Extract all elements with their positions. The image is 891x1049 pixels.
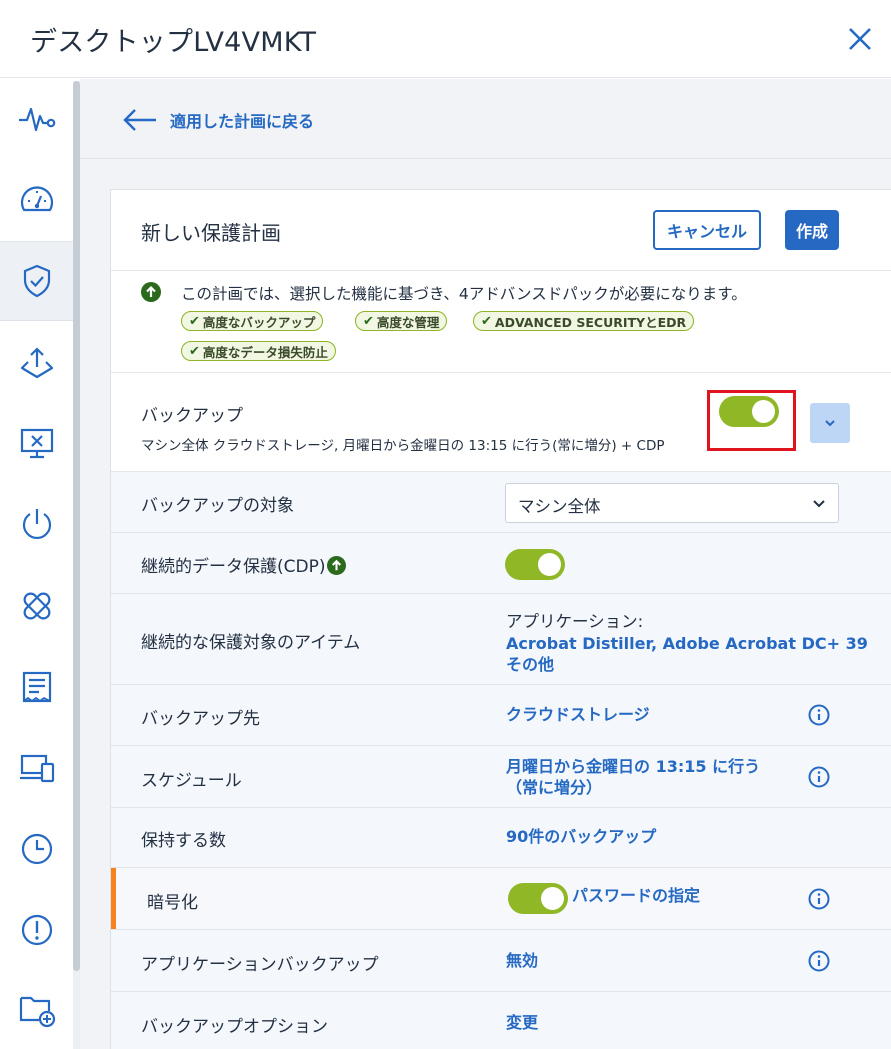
divider bbox=[80, 158, 891, 159]
row-label: スケジュール bbox=[141, 771, 242, 791]
upgrade-icon bbox=[327, 556, 347, 575]
plan-title: 新しい保護計画 bbox=[141, 221, 281, 245]
check-icon: ✔ bbox=[481, 313, 492, 329]
info-icon[interactable] bbox=[808, 950, 830, 972]
encryption-toggle[interactable] bbox=[508, 883, 568, 914]
sidebar-item-power[interactable] bbox=[0, 484, 73, 564]
row-label: 継続的データ保護(CDP) bbox=[141, 552, 347, 577]
encryption-password-link[interactable]: パスワードの指定 bbox=[572, 885, 700, 906]
speedometer-icon bbox=[20, 186, 53, 212]
toggle-knob bbox=[752, 400, 775, 423]
select-value: マシン全体 bbox=[518, 497, 601, 516]
row-label: アプリケーションバックアップ bbox=[141, 955, 379, 975]
deploy-icon bbox=[20, 347, 53, 379]
schedule-link[interactable]: 月曜日から金曜日の 13:15 に行う （常に増分） bbox=[506, 756, 760, 798]
backup-options-link[interactable]: 変更 bbox=[506, 1012, 538, 1033]
devices-icon bbox=[19, 754, 54, 783]
remote-desktop-icon bbox=[20, 428, 53, 459]
upgrade-icon bbox=[141, 282, 161, 302]
sidebar-item-patch[interactable] bbox=[0, 566, 73, 646]
row-backup-target: バックアップの対象 マシン全体 bbox=[111, 472, 891, 533]
window-title: デスクトップLV4VMKT bbox=[30, 27, 317, 58]
cdp-items-link[interactable]: Acrobat Distiller, Adobe Acrobat DC+ 39 そ… bbox=[506, 633, 868, 675]
check-icon: ✔ bbox=[189, 343, 200, 359]
row-label: バックアップオプション bbox=[141, 1017, 328, 1037]
feature-tag: ✔ 高度なバックアップ bbox=[181, 311, 324, 331]
plan-header: 新しい保護計画 キャンセル 作成 bbox=[111, 190, 891, 271]
sidebar-item-deploy[interactable] bbox=[0, 322, 73, 402]
cancel-button[interactable]: キャンセル bbox=[653, 210, 761, 250]
sidebar-item-reports[interactable] bbox=[0, 647, 73, 727]
row-retention: 保持する数 90件のバックアップ bbox=[111, 808, 891, 868]
shield-check-icon bbox=[23, 264, 50, 298]
sidebar-item-schedule[interactable] bbox=[0, 809, 73, 889]
feature-tag: ✔ 高度な管理 bbox=[355, 311, 448, 331]
retention-link[interactable]: 90件のバックアップ bbox=[506, 826, 656, 847]
sidebar-item-remote-desktop[interactable] bbox=[0, 403, 73, 483]
sidebar-item-alerts[interactable] bbox=[0, 890, 73, 970]
row-label: バックアップ先 bbox=[141, 709, 260, 729]
notice-text: この計画では、選択した機能に基づき、4アドバンスドパックが必要になります。 bbox=[181, 285, 747, 303]
add-folder-icon bbox=[19, 996, 55, 1028]
sidebar-scrollbar-thumb[interactable] bbox=[73, 81, 80, 971]
info-icon[interactable] bbox=[808, 888, 830, 910]
backup-section-title: バックアップ bbox=[141, 406, 243, 426]
info-icon[interactable] bbox=[808, 704, 830, 726]
backup-toggle[interactable] bbox=[719, 396, 779, 427]
info-icon[interactable] bbox=[808, 766, 830, 788]
sidebar-item-protection[interactable] bbox=[0, 241, 73, 321]
window-header: デスクトップLV4VMKT bbox=[0, 0, 891, 78]
sidebar bbox=[0, 79, 80, 1049]
row-schedule: スケジュール 月曜日から金曜日の 13:15 に行う （常に増分） bbox=[111, 746, 891, 808]
pulse-icon bbox=[18, 107, 55, 132]
sidebar-item-monitoring[interactable] bbox=[0, 79, 73, 159]
backup-target-select[interactable]: マシン全体 bbox=[505, 483, 839, 523]
report-icon bbox=[22, 671, 51, 703]
sidebar-scrollbar[interactable] bbox=[73, 81, 80, 1049]
row-label: 保持する数 bbox=[141, 831, 226, 851]
feature-tag: ✔ ADVANCED SECURITYとEDR bbox=[473, 311, 695, 331]
create-button[interactable]: 作成 bbox=[785, 210, 839, 250]
bandage-icon bbox=[23, 592, 50, 620]
toggle-knob bbox=[541, 887, 564, 910]
backup-summary: マシン全体 クラウドストレージ, 月曜日から金曜日の 13:15 に行う(常に増… bbox=[141, 438, 665, 454]
back-link-label: 適用した計画に戻る bbox=[170, 112, 315, 131]
toggle-knob bbox=[538, 553, 561, 576]
main-area: 適用した計画に戻る 新しい保護計画 キャンセル 作成 この計画では、選択した機能… bbox=[80, 79, 891, 1049]
alert-icon bbox=[21, 914, 52, 946]
close-icon[interactable] bbox=[845, 24, 875, 54]
sidebar-item-dashboard[interactable] bbox=[0, 159, 73, 239]
row-app-backup: アプリケーションバックアップ 無効 bbox=[111, 930, 891, 992]
row-cdp: 継続的データ保護(CDP) bbox=[111, 533, 891, 594]
sidebar-item-add-folder[interactable] bbox=[0, 969, 73, 1049]
check-icon: ✔ bbox=[363, 313, 374, 329]
row-label: 暗号化 bbox=[147, 893, 198, 913]
row-destination: バックアップ先 クラウドストレージ bbox=[111, 685, 891, 746]
row-encryption: 暗号化 パスワードの指定 bbox=[111, 868, 891, 930]
backup-section: バックアップ マシン全体 クラウドストレージ, 月曜日から金曜日の 13:15 … bbox=[111, 373, 891, 472]
license-notice: この計画では、選択した機能に基づき、4アドバンスドパックが必要になります。 ✔ 高… bbox=[111, 271, 891, 373]
sidebar-item-devices[interactable] bbox=[0, 728, 73, 808]
feature-tag: ✔ 高度なデータ損失防止 bbox=[181, 341, 336, 361]
row-label: 継続的な保護対象のアイテム bbox=[141, 633, 361, 653]
power-icon bbox=[22, 509, 51, 539]
warning-accent-bar bbox=[111, 868, 116, 929]
row-label: バックアップの対象 bbox=[141, 496, 294, 516]
cdp-toggle[interactable] bbox=[505, 549, 565, 580]
row-backup-options: バックアップオプション 変更 bbox=[111, 992, 891, 1049]
arrow-left-icon bbox=[123, 109, 156, 131]
app-backup-link[interactable]: 無効 bbox=[506, 950, 538, 971]
chevron-down-icon bbox=[813, 500, 825, 508]
row-cdp-items: 継続的な保護対象のアイテム アプリケーション: Acrobat Distille… bbox=[111, 594, 891, 685]
cdp-items-prefix: アプリケーション: bbox=[506, 612, 644, 631]
destination-link[interactable]: クラウドストレージ bbox=[506, 704, 650, 725]
back-link[interactable]: 適用した計画に戻る bbox=[122, 107, 314, 133]
plan-card: 新しい保護計画 キャンセル 作成 この計画では、選択した機能に基づき、4アドバン… bbox=[110, 189, 891, 1049]
chevron-down-icon bbox=[825, 420, 835, 427]
check-icon: ✔ bbox=[189, 313, 200, 329]
expand-button[interactable] bbox=[810, 403, 850, 443]
clock-icon bbox=[21, 833, 52, 865]
